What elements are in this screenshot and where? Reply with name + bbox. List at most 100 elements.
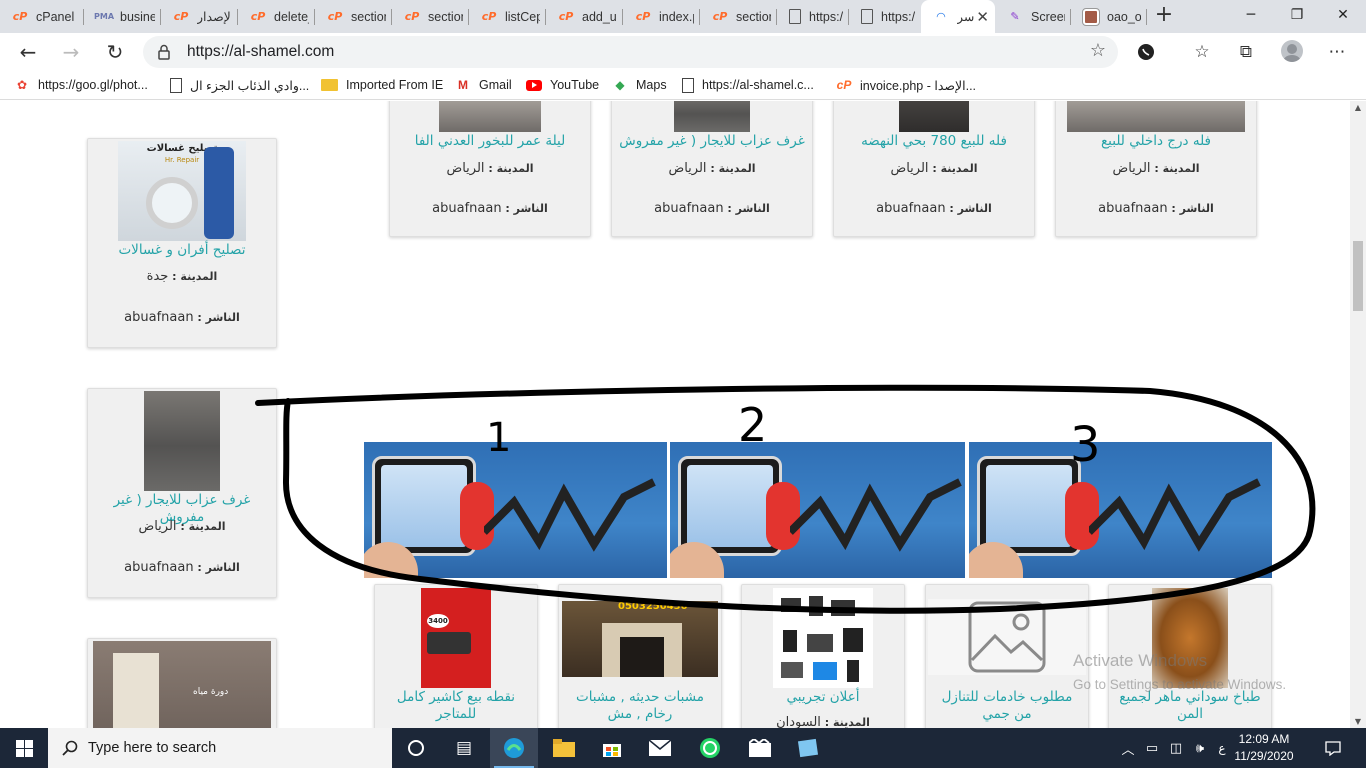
tab[interactable]: cP section bbox=[392, 0, 469, 33]
listing-card[interactable]: غرف عزاب للايجار ( غير مفروش المدينة : ا… bbox=[87, 388, 277, 598]
bookmark[interactable]: Imported From IE bbox=[321, 76, 443, 94]
forward-button[interactable]: → bbox=[56, 37, 86, 67]
scroll-up-arrow-icon[interactable]: ▲ bbox=[1353, 103, 1363, 112]
whatsapp-extension-icon[interactable] bbox=[1133, 39, 1159, 65]
listing-card[interactable]: فله درج داخلي للبيع المدينة : الرياض الن… bbox=[1055, 101, 1257, 237]
listing-title[interactable]: غرف عزاب للايجار ( غير مفروش bbox=[612, 133, 812, 150]
restore-button[interactable]: ❐ bbox=[1274, 0, 1320, 30]
tab[interactable]: PMA busine bbox=[84, 0, 161, 33]
ad-banner-2[interactable] bbox=[670, 442, 965, 578]
listing-title[interactable]: فله درج داخلي للبيع bbox=[1056, 133, 1256, 150]
tab[interactable]: oao_oa bbox=[1071, 0, 1147, 33]
bookmarks-bar: ✿ https://goo.gl/phot... وادي الذئاب الجز… bbox=[0, 71, 1366, 100]
mail-icon[interactable] bbox=[636, 728, 684, 768]
listing-title[interactable]: مشبات حديثه , مشبات رخام , مش bbox=[559, 689, 721, 723]
activate-windows-title: Activate Windows bbox=[1073, 651, 1208, 670]
store-icon[interactable] bbox=[588, 728, 636, 768]
page-icon bbox=[682, 77, 694, 93]
listing-publisher: الناشر : abuafnaan bbox=[124, 560, 240, 575]
listing-card[interactable]: ليلة عمر للبخور العدني الفا المدينة : ال… bbox=[389, 101, 591, 237]
tab[interactable]: cP section bbox=[315, 0, 392, 33]
image-placeholder-icon bbox=[928, 599, 1086, 675]
bookmark[interactable]: ◆ Maps bbox=[612, 76, 666, 94]
tab[interactable]: cP index.p bbox=[623, 0, 700, 33]
tab[interactable]: cP الإصدار bbox=[161, 0, 238, 33]
tab[interactable]: cP section bbox=[700, 0, 777, 33]
back-button[interactable]: ← bbox=[13, 37, 43, 67]
ad-banner-1[interactable] bbox=[364, 442, 667, 578]
taskbar-search-input[interactable]: Type here to search bbox=[48, 728, 392, 768]
listing-title[interactable]: ليلة عمر للبخور العدني الفا bbox=[390, 133, 590, 150]
whatsapp-app-icon[interactable] bbox=[686, 728, 734, 768]
tab[interactable]: https:// bbox=[849, 0, 921, 33]
bookmark[interactable]: ✿ https://goo.gl/phot... bbox=[14, 76, 148, 94]
close-tab-icon[interactable]: ✕ bbox=[976, 8, 989, 26]
tab-title: https:// bbox=[809, 9, 843, 24]
tab[interactable]: cP add_us bbox=[546, 0, 623, 33]
tab[interactable]: https:// bbox=[777, 0, 849, 33]
listing-card[interactable]: أعلان تجريبي المدينة : السودان bbox=[741, 584, 905, 728]
tab[interactable]: cP cPanel bbox=[0, 0, 84, 33]
scrollbar-thumb[interactable] bbox=[1353, 241, 1363, 311]
bookmark[interactable]: M Gmail bbox=[455, 76, 512, 94]
tab-active[interactable]: ◠ سر ✕ bbox=[921, 0, 995, 33]
page-icon bbox=[861, 9, 873, 24]
bookmark[interactable]: YouTube bbox=[526, 76, 599, 94]
listing-title[interactable]: طباخ سوداني ماهر لجميع المن bbox=[1109, 689, 1271, 723]
bookmark[interactable]: وادي الذئاب الجزء ال... bbox=[170, 76, 309, 94]
listing-title[interactable]: أعلان تجريبي bbox=[742, 689, 904, 706]
taskbar-clock[interactable]: 12:09 AM 11/29/2020 bbox=[1226, 731, 1302, 765]
new-tab-button[interactable]: + bbox=[1152, 4, 1176, 28]
close-window-button[interactable]: ✕ bbox=[1320, 0, 1366, 30]
tab-title: index.p bbox=[659, 9, 694, 24]
tab[interactable]: cP listCep bbox=[469, 0, 546, 33]
file-explorer-icon[interactable] bbox=[540, 728, 588, 768]
listing-card[interactable]: 3400 نقطه بيع كاشير كامل للمتاجر bbox=[374, 584, 538, 728]
listing-card[interactable]: دورة مياه bbox=[87, 638, 277, 728]
network-icon[interactable]: ◫ bbox=[1166, 728, 1186, 768]
listing-publisher: الناشر : abuafnaan bbox=[124, 310, 240, 325]
ad-banner-3[interactable] bbox=[969, 442, 1272, 578]
tab[interactable]: ✎ Screen bbox=[995, 0, 1071, 33]
listing-image: 3400 bbox=[421, 588, 491, 688]
collections-icon[interactable]: ⧉ bbox=[1233, 39, 1259, 65]
notifications-icon[interactable] bbox=[1318, 728, 1348, 768]
show-hidden-icons-icon[interactable]: ︿ bbox=[1118, 728, 1138, 768]
listing-card[interactable]: تصليح غسالات Hr. Repair تصليح أفران و غس… bbox=[87, 138, 277, 348]
refresh-button[interactable]: ↻ bbox=[100, 37, 130, 67]
listing-title[interactable]: تصليح أفران و غسالات bbox=[88, 242, 276, 259]
start-button[interactable] bbox=[0, 728, 48, 768]
image-caption: دورة مياه bbox=[193, 687, 229, 697]
page-scrollbar[interactable]: ▲ ▼ bbox=[1350, 101, 1366, 728]
scroll-down-arrow-icon[interactable]: ▼ bbox=[1353, 717, 1363, 726]
photos-icon: ✿ bbox=[16, 78, 28, 92]
favorites-icon[interactable]: ☆ bbox=[1189, 39, 1215, 65]
cortana-icon[interactable] bbox=[392, 728, 440, 768]
task-view-icon[interactable]: ▤ bbox=[440, 728, 488, 768]
listing-title[interactable]: فله للبيع 780 بحي النهضه bbox=[834, 133, 1034, 150]
listing-card[interactable]: فله للبيع 780 بحي النهضه المدينة : الريا… bbox=[833, 101, 1035, 237]
bookmark[interactable]: https://al-shamel.c... bbox=[682, 76, 814, 94]
listing-card[interactable]: مطلوب خادمات للتنازل من جمي bbox=[925, 584, 1089, 728]
tab[interactable]: cP delete_ bbox=[238, 0, 315, 33]
search-icon bbox=[62, 740, 78, 756]
address-bar[interactable]: https://al-shamel.com ☆ bbox=[143, 36, 1118, 68]
listing-image bbox=[1152, 588, 1228, 688]
youtube-icon bbox=[526, 79, 542, 91]
edge-taskbar-icon[interactable] bbox=[490, 728, 538, 768]
volume-icon[interactable]: 🕪 bbox=[1190, 728, 1210, 768]
bookmark-label: https://al-shamel.c... bbox=[702, 78, 814, 92]
profile-avatar[interactable] bbox=[1281, 40, 1303, 62]
video-editor-icon[interactable] bbox=[736, 728, 784, 768]
listing-title[interactable]: مطلوب خادمات للتنازل من جمي bbox=[926, 689, 1088, 723]
battery-icon[interactable]: ▭ bbox=[1142, 728, 1162, 768]
listing-title[interactable]: نقطه بيع كاشير كامل للمتاجر bbox=[375, 689, 537, 723]
star-icon[interactable]: ☆ bbox=[1090, 40, 1106, 61]
snip-tool-icon[interactable] bbox=[784, 728, 832, 768]
minimize-button[interactable]: ─ bbox=[1228, 0, 1274, 30]
listing-card[interactable]: 0503250430 مشبات حديثه , مشبات رخام , مش bbox=[558, 584, 722, 728]
tab-title: oao_oa bbox=[1107, 9, 1141, 24]
listing-card[interactable]: غرف عزاب للايجار ( غير مفروش المدينة : ا… bbox=[611, 101, 813, 237]
bookmark[interactable]: cP invoice.php - الإصدا... bbox=[836, 76, 976, 94]
more-menu-icon[interactable]: ⋯ bbox=[1324, 39, 1350, 65]
